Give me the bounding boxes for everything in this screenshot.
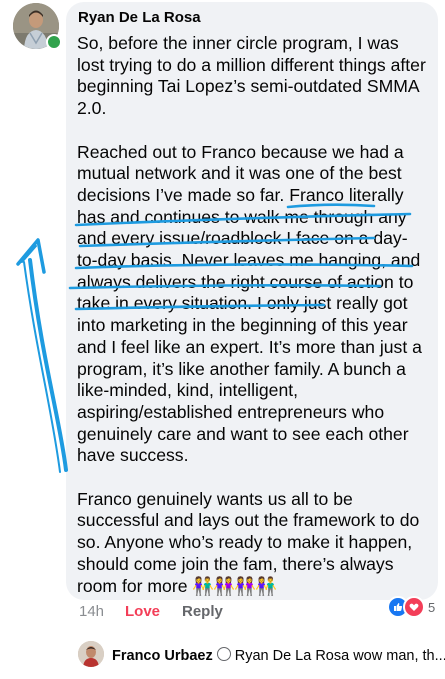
arrow-head: [21, 245, 37, 263]
reply-button[interactable]: Reply: [182, 603, 223, 620]
people-emoji: 👫👭👭👫: [192, 575, 277, 596]
comment-body: So, before the inner circle program, I w…: [77, 33, 427, 597]
reply-author-name[interactable]: Franco Urbaez: [112, 648, 213, 664]
verified-badge-icon: [216, 647, 231, 661]
reply-author-avatar[interactable]: [78, 641, 104, 667]
reaction-count: 5: [428, 599, 436, 615]
reply-preview-text: Ryan De La Rosa wow man, th...: [234, 648, 445, 664]
comment-screenshot: Ryan De La Rosa So, before the inner cir…: [0, 0, 445, 679]
arrow-shaft: [28, 258, 68, 472]
reaction-summary[interactable]: 5: [387, 596, 436, 618]
comment-paragraph: So, before the inner circle program, I w…: [77, 33, 426, 119]
reply-preview[interactable]: Franco Urbaez Ryan De La Rosa wow man, th…: [112, 647, 445, 664]
arrow-head: [16, 238, 46, 274]
comment-timestamp[interactable]: 14h: [79, 603, 104, 620]
comment-paragraph: Reached out to Franco because we had a m…: [77, 141, 422, 466]
online-status-dot: [46, 34, 62, 50]
comment-author-name[interactable]: Ryan De La Rosa: [78, 9, 201, 26]
love-reaction-button[interactable]: Love: [125, 603, 160, 620]
reply-avatar-photo: [78, 641, 104, 667]
love-icon: [403, 596, 425, 618]
comment-paragraph: Franco genuinely wants us all to be succ…: [77, 489, 427, 598]
arrow-shaft: [23, 261, 61, 473]
